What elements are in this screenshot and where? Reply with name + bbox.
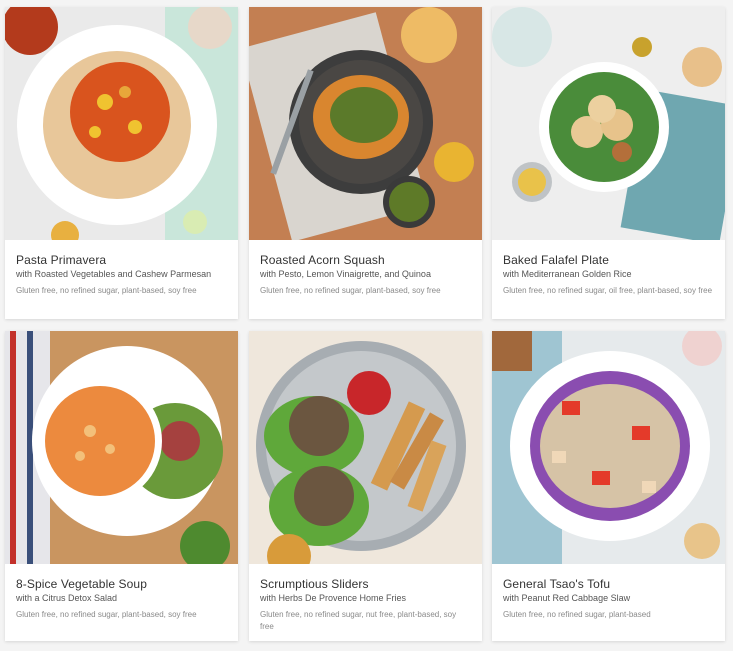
recipe-diet-tags: Gluten free, no refined sugar, plant-bas… — [260, 286, 441, 295]
recipe-title[interactable]: Pasta Primavera — [16, 253, 227, 267]
recipe-card-scrumptious-sliders[interactable]: Scrumptious Sliders with Herbs De Proven… — [249, 331, 482, 641]
recipe-title[interactable]: General Tsao's Tofu — [503, 577, 714, 591]
recipe-card-general-tsaos-tofu[interactable]: General Tsao's Tofu with Peanut Red Cabb… — [492, 331, 725, 641]
recipe-diet-tags: Gluten free, no refined sugar, plant-bas… — [16, 286, 197, 295]
recipe-subtitle: with Mediterranean Golden Rice — [503, 269, 632, 279]
recipe-card-roasted-acorn-squash[interactable]: Roasted Acorn Squash with Pesto, Lemon V… — [249, 7, 482, 319]
recipe-photo-pasta-primavera[interactable] — [5, 7, 238, 240]
recipe-title[interactable]: Roasted Acorn Squash — [260, 253, 471, 267]
recipe-diet-tags: Gluten free, no refined sugar, oil free,… — [503, 286, 713, 295]
recipe-photo-general-tsaos-tofu[interactable] — [492, 331, 725, 564]
recipe-diet-tags: Gluten free, no refined sugar, plant-bas… — [16, 610, 197, 619]
recipe-photo-8-spice-vegetable-soup[interactable] — [5, 331, 238, 564]
recipe-card-8-spice-vegetable-soup[interactable]: 8-Spice Vegetable Soup with a Citrus Det… — [5, 331, 238, 641]
recipe-subtitle: with a Citrus Detox Salad — [16, 593, 118, 603]
recipe-subtitle: with Peanut Red Cabbage Slaw — [503, 593, 631, 603]
recipe-subtitle: with Pesto, Lemon Vinaigrette, and Quino… — [260, 269, 431, 279]
recipe-photo-baked-falafel-plate[interactable] — [492, 7, 725, 240]
recipe-subtitle: with Herbs De Provence Home Fries — [260, 593, 407, 603]
recipe-subtitle: with Roasted Vegetables and Cashew Parme… — [16, 269, 212, 279]
recipe-photo-roasted-acorn-squash[interactable] — [249, 7, 482, 240]
recipe-card-pasta-primavera[interactable]: Pasta Primavera with Roasted Vegetables … — [5, 7, 238, 319]
recipe-card-baked-falafel-plate[interactable]: Baked Falafel Plate with Mediterranean G… — [492, 7, 725, 319]
recipe-title[interactable]: 8-Spice Vegetable Soup — [16, 577, 227, 591]
recipe-title[interactable]: Scrumptious Sliders — [260, 577, 471, 591]
recipe-diet-tags: Gluten free, no refined sugar, plant-bas… — [503, 610, 651, 619]
recipe-title[interactable]: Baked Falafel Plate — [503, 253, 714, 267]
recipe-photo-scrumptious-sliders[interactable] — [249, 331, 482, 564]
recipe-diet-tags: Gluten free, no refined sugar, nut free,… — [260, 610, 457, 631]
recipe-grid: Pasta Primavera with Roasted Vegetables … — [0, 0, 733, 651]
